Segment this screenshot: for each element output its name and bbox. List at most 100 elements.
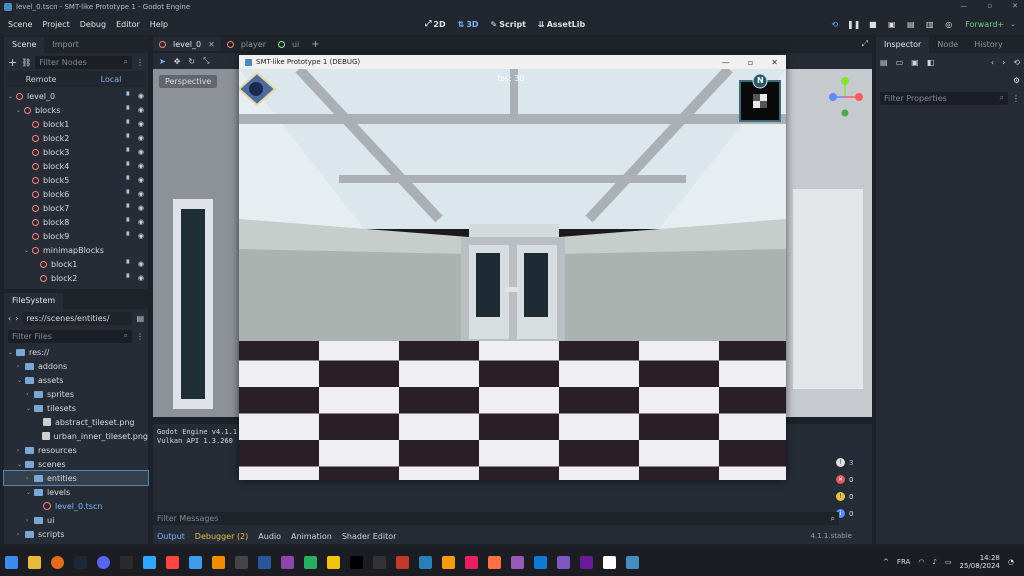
save-resource-icon[interactable]: ▣ — [911, 58, 919, 67]
game-window[interactable]: SMT-like Prototype 1 (DEBUG) — ▫ ✕ fps: … — [239, 55, 786, 480]
scene-tree-node[interactable]: block8 ▘ ◉ — [4, 215, 148, 229]
firefox-icon[interactable] — [51, 555, 64, 569]
menu-scene[interactable]: Scene — [8, 20, 32, 29]
scale-tool-icon[interactable]: ⤡ — [203, 56, 209, 66]
filter-messages-input[interactable]: Filter Messages ⌕ — [153, 512, 839, 525]
app-icon[interactable] — [258, 555, 271, 569]
script-icon[interactable]: ▘ — [127, 204, 132, 212]
scene-tree-node[interactable]: ⌄ blocks ▘ ◉ — [4, 103, 148, 117]
app-icon[interactable] — [281, 555, 294, 569]
visibility-eye-icon[interactable]: ◉ — [138, 92, 144, 100]
visibility-eye-icon[interactable]: ◉ — [138, 260, 144, 268]
tab-filesystem[interactable]: FileSystem — [4, 293, 64, 309]
filesystem-entry[interactable]: › addons — [4, 359, 148, 373]
script-icon[interactable]: ▘ — [127, 162, 132, 170]
volume-icon[interactable]: ♪ — [932, 558, 936, 566]
tab-output[interactable]: Output — [157, 532, 185, 541]
new-resource-icon[interactable]: ▤ — [880, 58, 888, 67]
path-field[interactable]: res://scenes/entities/ — [22, 311, 133, 325]
select-tool-icon[interactable]: ➤ — [159, 57, 166, 66]
remote-debug-icon[interactable]: ⟲ — [828, 18, 841, 31]
object-properties-icon[interactable]: ⚙ — [1013, 76, 1020, 85]
filesystem-entry[interactable]: › ui — [4, 513, 148, 527]
menu-dots-icon[interactable]: ⋮ — [1012, 94, 1020, 103]
script-icon[interactable]: ▘ — [127, 260, 132, 268]
tab-animation[interactable]: Animation — [291, 532, 332, 541]
script-icon[interactable]: ▘ — [127, 218, 132, 226]
rotate-tool-icon[interactable]: ↻ — [188, 57, 195, 66]
filesystem-entry[interactable]: ⌄ scenes — [4, 457, 148, 471]
count-messages[interactable]: ! 3 — [836, 456, 868, 469]
filesystem-entry[interactable]: ⌄ levels — [4, 485, 148, 499]
expand-arrow-icon[interactable]: › — [17, 363, 25, 370]
tab-scene[interactable]: Scene — [4, 37, 45, 53]
scene-tree-node[interactable]: ⌄ level_0 ▘ ◉ — [4, 89, 148, 103]
link-icon[interactable]: ⛓ — [21, 58, 31, 67]
script-icon[interactable]: ▘ — [127, 176, 132, 184]
menu-debug[interactable]: Debug — [80, 20, 106, 29]
app-icon[interactable] — [166, 555, 179, 569]
filesystem-entry[interactable]: urban_inner_tileset.png — [4, 429, 148, 443]
vscode-icon[interactable] — [534, 555, 547, 569]
visibility-eye-icon[interactable]: ◉ — [138, 176, 144, 184]
terminal-icon[interactable] — [120, 555, 133, 569]
object-history-icon[interactable]: ⟲ — [1013, 58, 1020, 67]
history-back-icon[interactable]: ‹ — [991, 58, 994, 67]
visibility-eye-icon[interactable]: ◉ — [138, 162, 144, 170]
history-forward-icon[interactable]: › — [1002, 58, 1005, 67]
filesystem-entry[interactable]: › entities — [3, 470, 149, 486]
script-icon[interactable]: ▘ — [127, 190, 132, 198]
scene-tree-node[interactable]: block7 ▘ ◉ — [4, 201, 148, 215]
script-icon[interactable]: ▘ — [127, 232, 132, 240]
expand-arrow-icon[interactable]: ⌄ — [16, 107, 24, 114]
perspective-menu[interactable]: Perspective — [159, 75, 218, 88]
filesystem-entry[interactable]: › resources — [4, 443, 148, 457]
app-icon[interactable] — [235, 555, 248, 569]
expand-arrow-icon[interactable]: ⌄ — [8, 93, 16, 100]
expand-arrow-icon[interactable]: ⌄ — [17, 461, 25, 468]
windows-start-icon[interactable] — [5, 555, 18, 569]
scene-tree-node[interactable]: block2 ▘ ◉ — [4, 271, 148, 285]
tab-node[interactable]: Node — [929, 37, 966, 53]
tab-debugger[interactable]: Debugger (2) — [195, 532, 248, 541]
filter-properties-input[interactable]: Filter Properties ⌕ — [880, 91, 1008, 105]
filesystem-entry[interactable]: ⌄ tilesets — [4, 401, 148, 415]
close-button[interactable]: ✕ — [771, 58, 778, 67]
app-icon[interactable] — [557, 555, 570, 569]
workspace-3d[interactable]: ⇅ 3D — [458, 20, 479, 29]
renderer-select[interactable]: Forward+ — [965, 20, 1004, 29]
minimize-button[interactable]: — — [722, 58, 730, 67]
layout-toggle-icon[interactable]: ▤ — [136, 314, 144, 323]
vlc-icon[interactable] — [212, 555, 225, 569]
expand-arrow-icon[interactable]: › — [26, 475, 34, 482]
stop-icon[interactable]: ■ — [866, 18, 879, 31]
visual-studio-icon[interactable] — [511, 555, 524, 569]
steam-icon[interactable] — [74, 555, 87, 569]
app-icon[interactable] — [189, 555, 202, 569]
load-resource-icon[interactable]: ▭ — [896, 58, 904, 67]
tab-import[interactable]: Import — [44, 37, 87, 53]
scene-tree-node[interactable]: block3 ▘ ◉ — [4, 145, 148, 159]
tab-audio[interactable]: Audio — [258, 532, 281, 541]
menu-help[interactable]: Help — [150, 20, 168, 29]
close-button[interactable]: ✕ — [1012, 0, 1018, 13]
expand-arrow-icon[interactable]: ⌄ — [8, 349, 16, 356]
script-icon[interactable]: ▘ — [127, 148, 132, 156]
app-icon[interactable] — [304, 555, 317, 569]
filesystem-entry[interactable]: › scripts — [4, 527, 148, 541]
visibility-eye-icon[interactable]: ◉ — [138, 148, 144, 156]
scene-tree-node[interactable]: block1 ▘ ◉ — [4, 257, 148, 271]
filezilla-icon[interactable] — [396, 555, 409, 569]
tab-inspector[interactable]: Inspector — [876, 37, 930, 53]
menu-project[interactable]: Project — [42, 20, 69, 29]
scene-tree-node[interactable]: block5 ▘ ◉ — [4, 173, 148, 187]
visibility-eye-icon[interactable]: ◉ — [138, 218, 144, 226]
photoshop-icon[interactable] — [143, 555, 156, 569]
filter-nodes-input[interactable]: Filter Nodes ⌕ — [35, 55, 132, 69]
remote-tab[interactable]: Remote — [6, 75, 76, 84]
app-icon[interactable] — [488, 555, 501, 569]
expand-arrow-icon[interactable]: ⌄ — [26, 405, 34, 412]
discord-icon[interactable] — [97, 555, 110, 569]
wifi-icon[interactable]: ◠ — [918, 558, 924, 566]
tray-chevron-icon[interactable]: ^ — [883, 558, 889, 566]
